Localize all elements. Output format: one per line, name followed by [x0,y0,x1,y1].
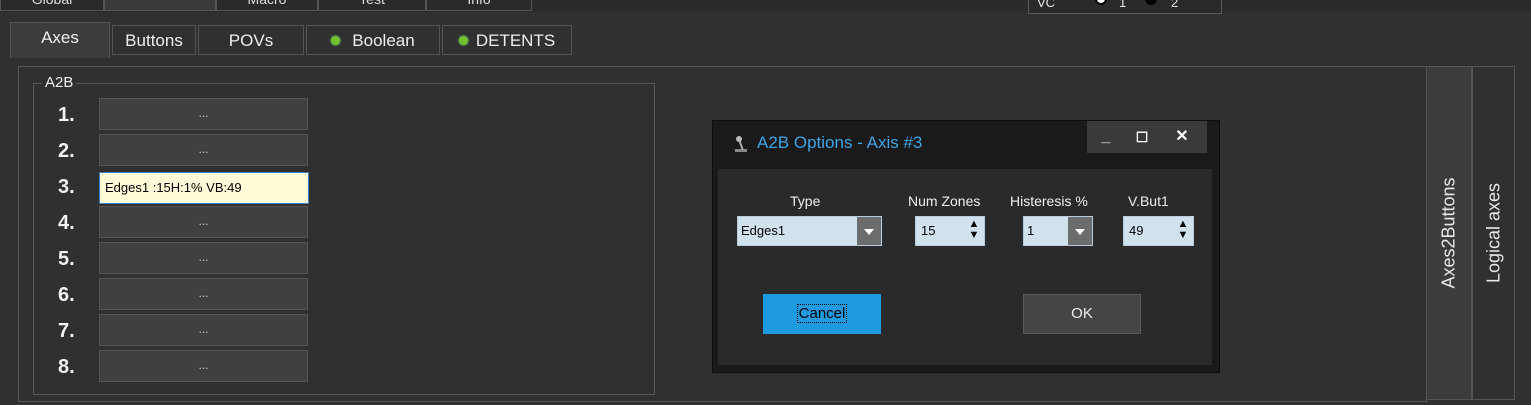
ok-button[interactable]: OK [1023,294,1141,334]
indicator-icon [458,36,468,46]
cancel-button[interactable]: Cancel [763,294,881,334]
row-number: 2. [58,140,75,162]
indicator-icon [331,36,341,46]
tab-boolean[interactable]: Boolean [306,25,440,55]
row-number: 6. [58,284,75,306]
vbut1-stepper[interactable]: 49 ▲ ▼ [1123,216,1194,246]
num-zones-label: Num Zones [908,193,981,209]
a2b-group: A2B 1. ... 2. ... 3. Edges1 :15H:1% VB:4… [33,74,655,395]
tab-axes[interactable]: Axes [10,22,110,58]
tab-axes-label: Axes [41,28,79,47]
spin-arrows-icon[interactable]: ▲ ▼ [968,219,980,241]
chevron-down-icon[interactable] [1068,217,1092,245]
row-number: 8. [58,356,75,378]
row-number: 5. [58,248,75,270]
chevron-down-icon[interactable] [857,217,881,245]
num-zones-stepper[interactable]: 15 ▲ ▼ [915,216,985,246]
row-number: 1. [58,104,75,126]
a2b-row-button-5[interactable]: ... [99,242,308,274]
tab-boolean-label: Boolean [352,31,415,50]
a2b-row-field-3[interactable]: Edges1 :15H:1% VB:49 [99,172,309,204]
a2b-row-button-6[interactable]: ... [99,278,308,310]
tab-povs[interactable]: POVs [198,25,304,55]
a2b-row-button-4[interactable]: ... [99,206,308,238]
sub-tab-bar: Axes Buttons POVs Boolean DETENTS [0,22,1531,58]
vc-radio-1[interactable] [1095,0,1107,5]
top-tab-active[interactable] [104,0,216,11]
vc-radio-2[interactable] [1145,0,1157,5]
tab-logical-axes-label: Logical axes [1483,182,1503,284]
close-icon[interactable]: ✕ [1167,126,1197,148]
vc-selector: VC 1 2 [1028,0,1222,14]
type-label: Type [790,193,821,209]
dialog-body: Type Edges1 Num Zones 15 ▲ ▼ Histeresis %… [718,169,1212,365]
tab-axes2buttons-label: Axes2Buttons [1438,177,1459,289]
a2b-row-button-7[interactable]: ... [99,314,308,346]
a2b-row-button-8[interactable]: ... [99,350,308,382]
vbut1-value: 49 [1129,223,1144,238]
window-controls: _ ☐ ✕ [1087,121,1207,153]
type-value: Edges1 [741,223,786,238]
vc-radio-2-label: 2 [1171,0,1179,10]
histeresis-select[interactable]: 1 [1023,216,1093,246]
top-tab-info[interactable]: Info [426,0,532,11]
top-tab-global[interactable]: Global [0,0,104,11]
minimize-icon[interactable]: _ [1091,126,1121,148]
tab-axes2buttons[interactable]: Axes2Buttons [1426,66,1472,400]
row-number: 7. [58,320,75,342]
top-tab-test[interactable]: Test [318,0,426,11]
histeresis-value: 1 [1027,223,1035,238]
row-number: 3. [58,176,75,198]
joystick-icon [735,136,747,152]
vc-radio-1-label: 1 [1119,0,1127,10]
tab-detents[interactable]: DETENTS [442,25,572,55]
top-tab-bar: Global Macro Test Info VC 1 2 [0,0,1531,14]
num-zones-value: 15 [921,223,936,238]
row-number: 4. [58,212,75,234]
a2b-row-button-2[interactable]: ... [99,134,308,166]
vc-label: VC [1037,0,1056,10]
group-title: A2B [42,74,77,91]
tab-buttons[interactable]: Buttons [112,25,196,55]
tab-logical-axes[interactable]: Logical axes [1472,66,1515,400]
spin-arrows-icon[interactable]: ▲ ▼ [1177,219,1189,241]
tab-buttons-label: Buttons [125,31,183,50]
tab-povs-label: POVs [228,31,274,50]
a2b-row-button-1[interactable]: ... [99,98,308,130]
type-select[interactable]: Edges1 [737,216,882,246]
dialog-title: A2B Options - Axis #3 [757,133,923,152]
a2b-options-dialog: A2B Options - Axis #3 _ ☐ ✕ Type Edges1 … [712,120,1220,373]
histeresis-label: Histeresis % [1010,193,1088,209]
cancel-label: Cancel [796,304,848,323]
tab-detents-label: DETENTS [475,31,556,50]
maximize-icon[interactable]: ☐ [1127,126,1157,148]
vbut1-label: V.But1 [1128,193,1169,209]
top-tab-macro[interactable]: Macro [216,0,318,11]
